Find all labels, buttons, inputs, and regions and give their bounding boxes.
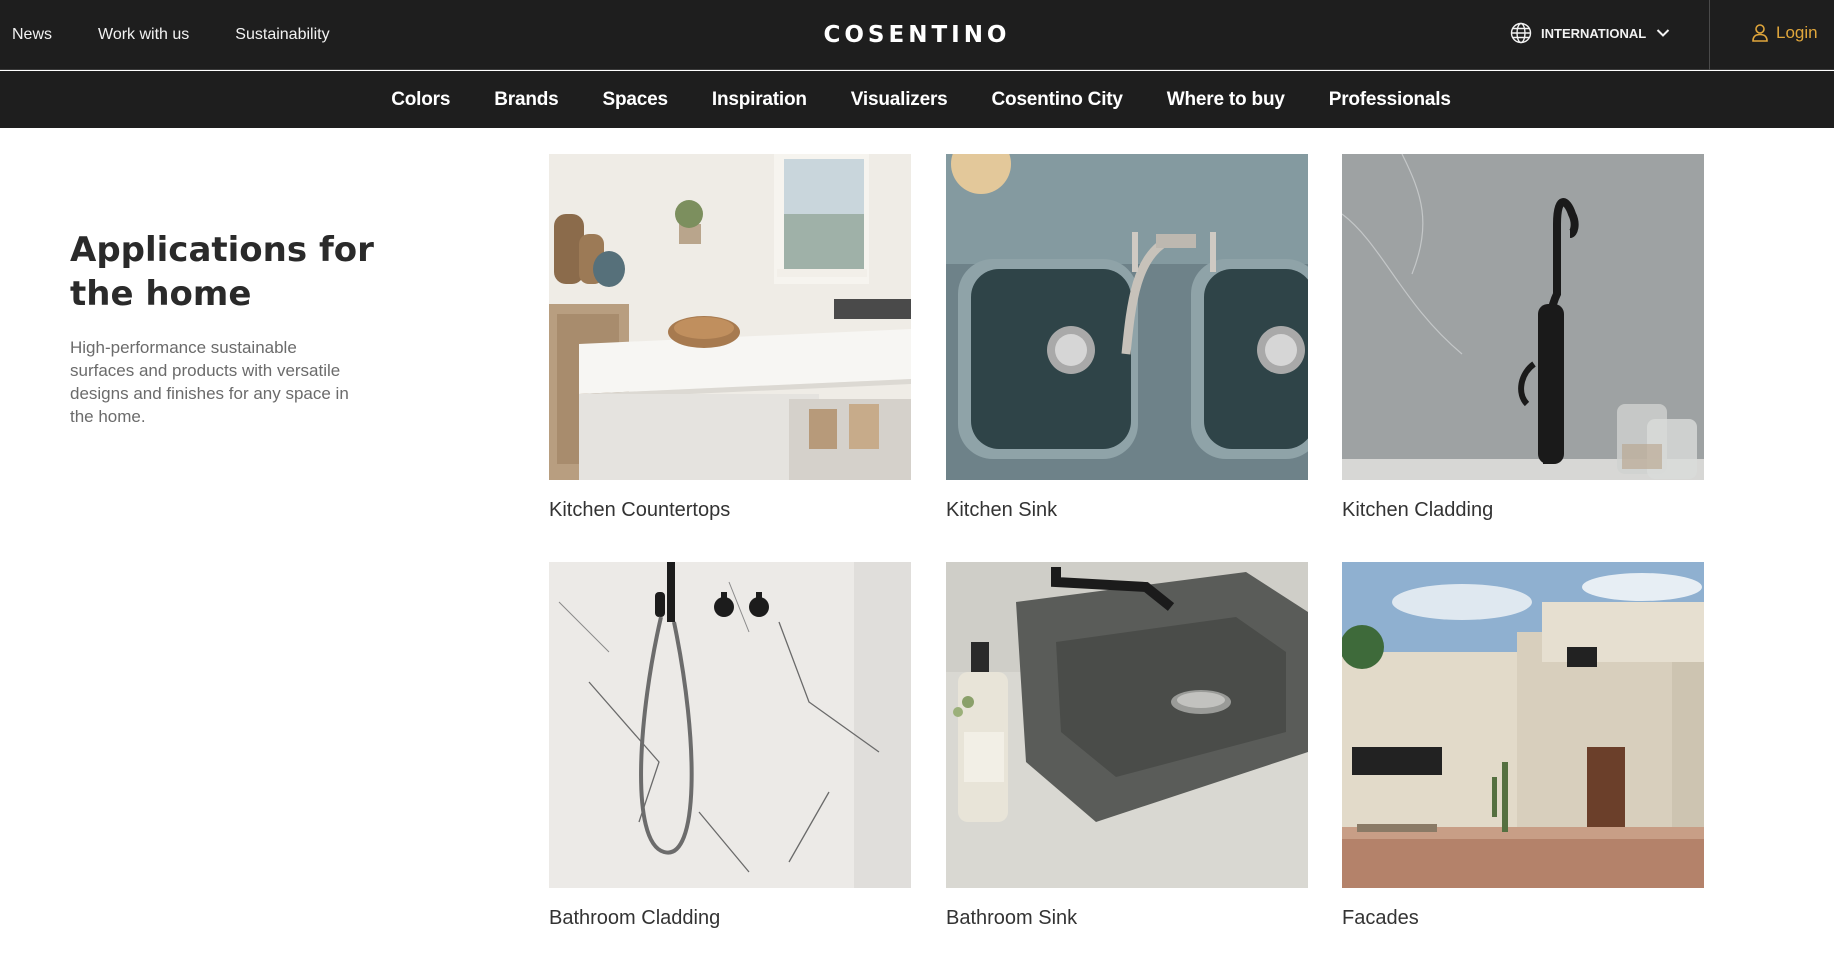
top-bar: News Work with us Sustainability COSENTI… xyxy=(0,0,1834,70)
card-label: Bathroom Cladding xyxy=(549,907,721,929)
nav-visualizers[interactable]: Visualizers xyxy=(851,89,948,111)
kitchen-countertop-image[interactable] xyxy=(549,154,911,480)
nav-where-to-buy[interactable]: Where to buy xyxy=(1167,89,1285,111)
utility-links: News Work with us Sustainability xyxy=(12,0,330,70)
kitchen-cladding-image[interactable] xyxy=(1342,154,1704,480)
nav-inspiration[interactable]: Inspiration xyxy=(712,89,807,111)
application-card-kitchen-cladding[interactable]: Kitchen Cladding xyxy=(1342,154,1704,522)
bathroom-sink-image[interactable] xyxy=(946,562,1308,888)
region-label: INTERNATIONAL xyxy=(1541,25,1647,41)
sustainability-link[interactable]: Sustainability xyxy=(235,26,329,44)
nav-cosentino-city[interactable]: Cosentino City xyxy=(992,89,1123,111)
card-label: Kitchen Cladding xyxy=(1342,499,1494,521)
main-navigation: Colors Brands Spaces Inspiration Visuali… xyxy=(0,71,1834,128)
news-link[interactable]: News xyxy=(12,26,52,44)
nav-colors[interactable]: Colors xyxy=(391,89,450,111)
chevron-down-icon xyxy=(1656,29,1670,37)
bathroom-cladding-image[interactable] xyxy=(549,562,911,888)
nav-brands[interactable]: Brands xyxy=(494,89,558,111)
application-card-kitchen-sink[interactable]: Kitchen Sink xyxy=(946,154,1308,522)
card-label: Bathroom Sink xyxy=(946,907,1078,929)
application-card-facades[interactable]: Facades xyxy=(1342,562,1704,930)
login-label: Login xyxy=(1776,23,1818,42)
card-label: Facades xyxy=(1342,907,1419,929)
cosentino-logo[interactable]: COSENTINO xyxy=(823,22,1010,48)
globe-icon xyxy=(1510,22,1532,44)
facade-image[interactable] xyxy=(1342,562,1704,888)
application-card-bathroom-cladding[interactable]: Bathroom Cladding xyxy=(549,562,911,930)
nav-professionals[interactable]: Professionals xyxy=(1329,89,1451,111)
card-label: Kitchen Sink xyxy=(946,499,1058,521)
header-divider xyxy=(1709,0,1710,70)
work-with-us-link[interactable]: Work with us xyxy=(98,26,189,44)
user-icon xyxy=(1752,24,1768,42)
section-description: High-performance sustainable surfaces an… xyxy=(70,338,349,426)
application-card-bathroom-sink[interactable]: Bathroom Sink xyxy=(946,562,1308,930)
application-card-kitchen-countertops[interactable]: Kitchen Countertops xyxy=(549,154,911,522)
section-title: Applications for the home xyxy=(70,230,374,314)
card-label: Kitchen Countertops xyxy=(549,499,731,521)
login-button[interactable]: Login xyxy=(1752,0,1818,66)
kitchen-sink-image[interactable] xyxy=(946,154,1308,480)
nav-spaces[interactable]: Spaces xyxy=(603,89,669,111)
region-selector[interactable]: INTERNATIONAL xyxy=(1510,0,1679,66)
